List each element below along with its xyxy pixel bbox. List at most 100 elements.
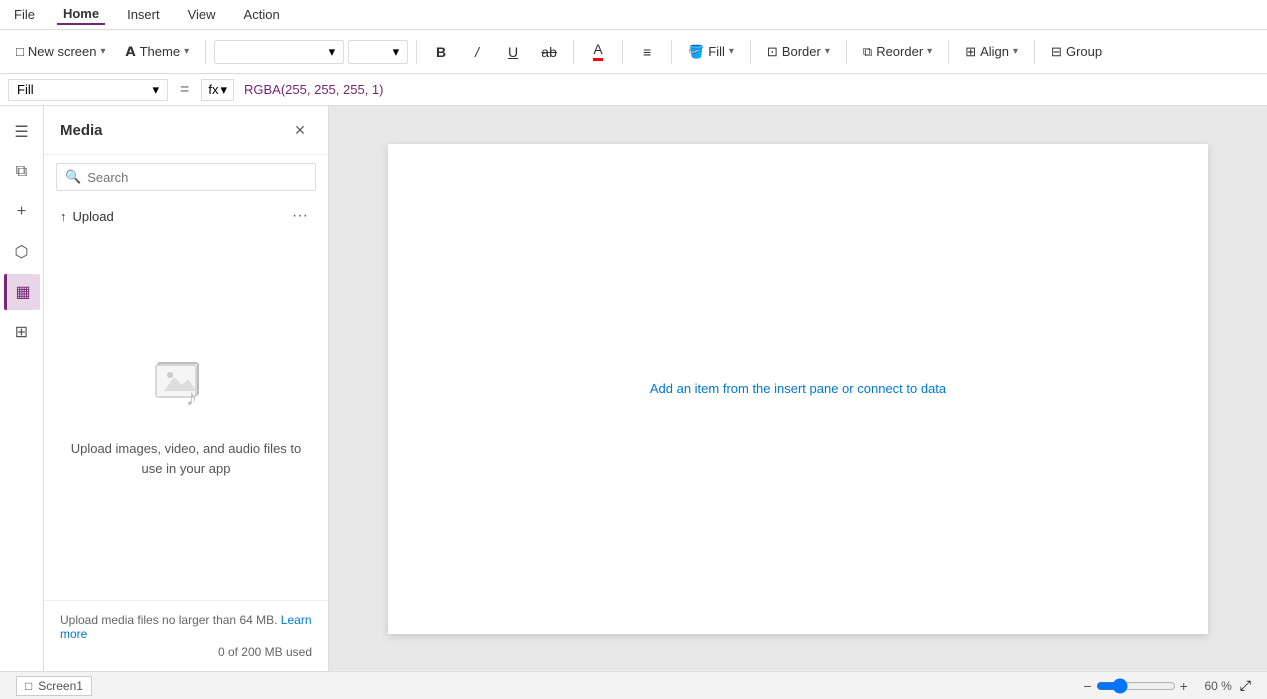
icon-sidebar: ☰ ⧉ + ⬡ ▦ ⊞ [0, 106, 44, 671]
reorder-button[interactable]: ⧉ Reorder ▾ [855, 40, 940, 64]
new-screen-button[interactable]: □ New screen ▾ [8, 40, 114, 63]
separator-9 [1034, 40, 1035, 64]
zoom-out-button[interactable]: − [1083, 678, 1091, 694]
group-button[interactable]: ⊟ Group [1043, 40, 1110, 64]
cylinder-icon: ⬡ [15, 242, 29, 262]
reorder-icon: ⧉ [863, 44, 872, 60]
font-dropdown[interactable]: ▾ [214, 40, 344, 64]
group-icon: ⊟ [1051, 44, 1062, 60]
menu-insert[interactable]: Insert [121, 5, 166, 24]
fullscreen-icon: ⤢ [1240, 677, 1251, 693]
components-button[interactable]: ⊞ [4, 314, 40, 350]
formula-value[interactable]: RGBA(255, 255, 255, 1) [240, 80, 1259, 99]
reorder-chevron-icon: ▾ [927, 46, 932, 57]
align-text-button[interactable]: ≡ [631, 36, 663, 68]
align-chevron-icon: ▾ [1013, 46, 1018, 57]
separator-1 [205, 40, 206, 64]
media-empty-text: Upload images, video, and audio files to… [68, 439, 304, 478]
italic-button[interactable]: / [461, 36, 493, 68]
zoom-slider[interactable] [1096, 678, 1176, 694]
fill-selector-chevron: ▾ [152, 82, 159, 98]
zoom-percent: 60 % [1192, 679, 1232, 693]
canvas-frame[interactable]: Add an item from the insert pane or conn… [388, 144, 1208, 634]
upload-icon: ↑ [60, 209, 67, 224]
main-content: ☰ ⧉ + ⬡ ▦ ⊞ Media ✕ 🔍 ↑ Upload [0, 106, 1267, 671]
separator-3 [573, 40, 574, 64]
menu-action[interactable]: Action [238, 5, 286, 24]
theme-icon: 𝗔 [126, 44, 136, 60]
font-color-button[interactable]: A [582, 36, 614, 68]
new-screen-icon: □ [16, 44, 24, 59]
more-options-button[interactable]: ··· [288, 205, 312, 227]
media-button[interactable]: ▦ [4, 274, 40, 310]
separator-6 [750, 40, 751, 64]
connect-data-link[interactable]: connect to data [857, 381, 946, 396]
layers-icon: ⧉ [16, 163, 27, 181]
add-control-button[interactable]: + [4, 194, 40, 230]
border-chevron-icon: ▾ [825, 46, 830, 57]
fullscreen-button[interactable]: ⤢ [1240, 677, 1251, 694]
underline-button[interactable]: U [497, 36, 529, 68]
layers-button[interactable]: ⧉ [4, 154, 40, 190]
screen-checkbox-icon: □ [25, 679, 32, 693]
bold-label: B [436, 44, 446, 60]
align-label: Align [980, 44, 1009, 59]
reorder-label: Reorder [876, 44, 923, 59]
menu-view[interactable]: View [182, 5, 222, 24]
font-color-icon: A [593, 42, 602, 60]
media-panel-header: Media ✕ [44, 106, 328, 155]
media-search-container: 🔍 [56, 163, 316, 191]
media-empty-state: ♪ Upload images, video, and audio files … [44, 233, 328, 600]
strikethrough-button[interactable]: ab [533, 36, 565, 68]
upload-label: Upload [73, 209, 114, 224]
italic-label: / [475, 44, 479, 60]
border-button[interactable]: ⊡ Border ▾ [759, 40, 838, 64]
new-screen-chevron-icon: ▾ [101, 46, 106, 57]
separator-4 [622, 40, 623, 64]
screen-tab[interactable]: □ Screen1 [16, 676, 92, 696]
separator-8 [948, 40, 949, 64]
size-dropdown[interactable]: ▾ [348, 40, 408, 64]
upload-button[interactable]: ↑ Upload [60, 209, 114, 224]
separator-5 [671, 40, 672, 64]
search-input[interactable] [87, 170, 307, 185]
components-icon: ⊞ [15, 322, 28, 342]
status-bar: □ Screen1 − + 60 % ⤢ [0, 671, 1267, 699]
fill-selector[interactable]: Fill ▾ [8, 79, 168, 101]
data-button[interactable]: ⬡ [4, 234, 40, 270]
media-footer: Upload media files no larger than 64 MB.… [44, 600, 328, 671]
menu-bar: File Home Insert View Action [0, 0, 1267, 30]
toolbar: □ New screen ▾ 𝗔 Theme ▾ ▾ ▾ B / U ab A … [0, 30, 1267, 74]
screen-label: Screen1 [38, 679, 83, 693]
strikethrough-label: ab [541, 44, 557, 60]
zoom-in-button[interactable]: + [1180, 678, 1188, 694]
separator-2 [416, 40, 417, 64]
menu-home[interactable]: Home [57, 4, 105, 25]
fill-button[interactable]: 🪣 Fill ▾ [680, 40, 742, 64]
hamburger-menu-button[interactable]: ☰ [4, 114, 40, 150]
theme-label: Theme [140, 44, 180, 59]
bold-button[interactable]: B [425, 36, 457, 68]
size-chevron-icon: ▾ [393, 44, 400, 60]
theme-chevron-icon: ▾ [184, 46, 189, 57]
fill-selector-label: Fill [17, 82, 34, 97]
status-bar-left: □ Screen1 [16, 676, 92, 696]
media-panel-close-button[interactable]: ✕ [288, 118, 312, 142]
svg-text:♪: ♪ [186, 385, 197, 410]
media-panel-title: Media [60, 122, 103, 139]
formula-bar: Fill ▾ = fx ▾ RGBA(255, 255, 255, 1) [0, 74, 1267, 106]
group-label: Group [1066, 44, 1102, 59]
media-panel: Media ✕ 🔍 ↑ Upload ··· ♪ [44, 106, 329, 671]
storage-usage: 0 of 200 MB used [60, 645, 312, 659]
search-icon: 🔍 [65, 169, 81, 185]
equals-sign: = [174, 81, 195, 99]
menu-file[interactable]: File [8, 5, 41, 24]
fx-button[interactable]: fx ▾ [201, 79, 234, 101]
media-empty-icon: ♪ [154, 355, 218, 423]
align-button[interactable]: ⊞ Align ▾ [957, 40, 1026, 64]
canvas-area: Add an item from the insert pane or conn… [329, 106, 1267, 671]
font-chevron-icon: ▾ [329, 44, 336, 60]
theme-button[interactable]: 𝗔 Theme ▾ [118, 40, 198, 64]
new-screen-label: New screen [28, 44, 97, 59]
border-icon: ⊡ [767, 44, 778, 60]
